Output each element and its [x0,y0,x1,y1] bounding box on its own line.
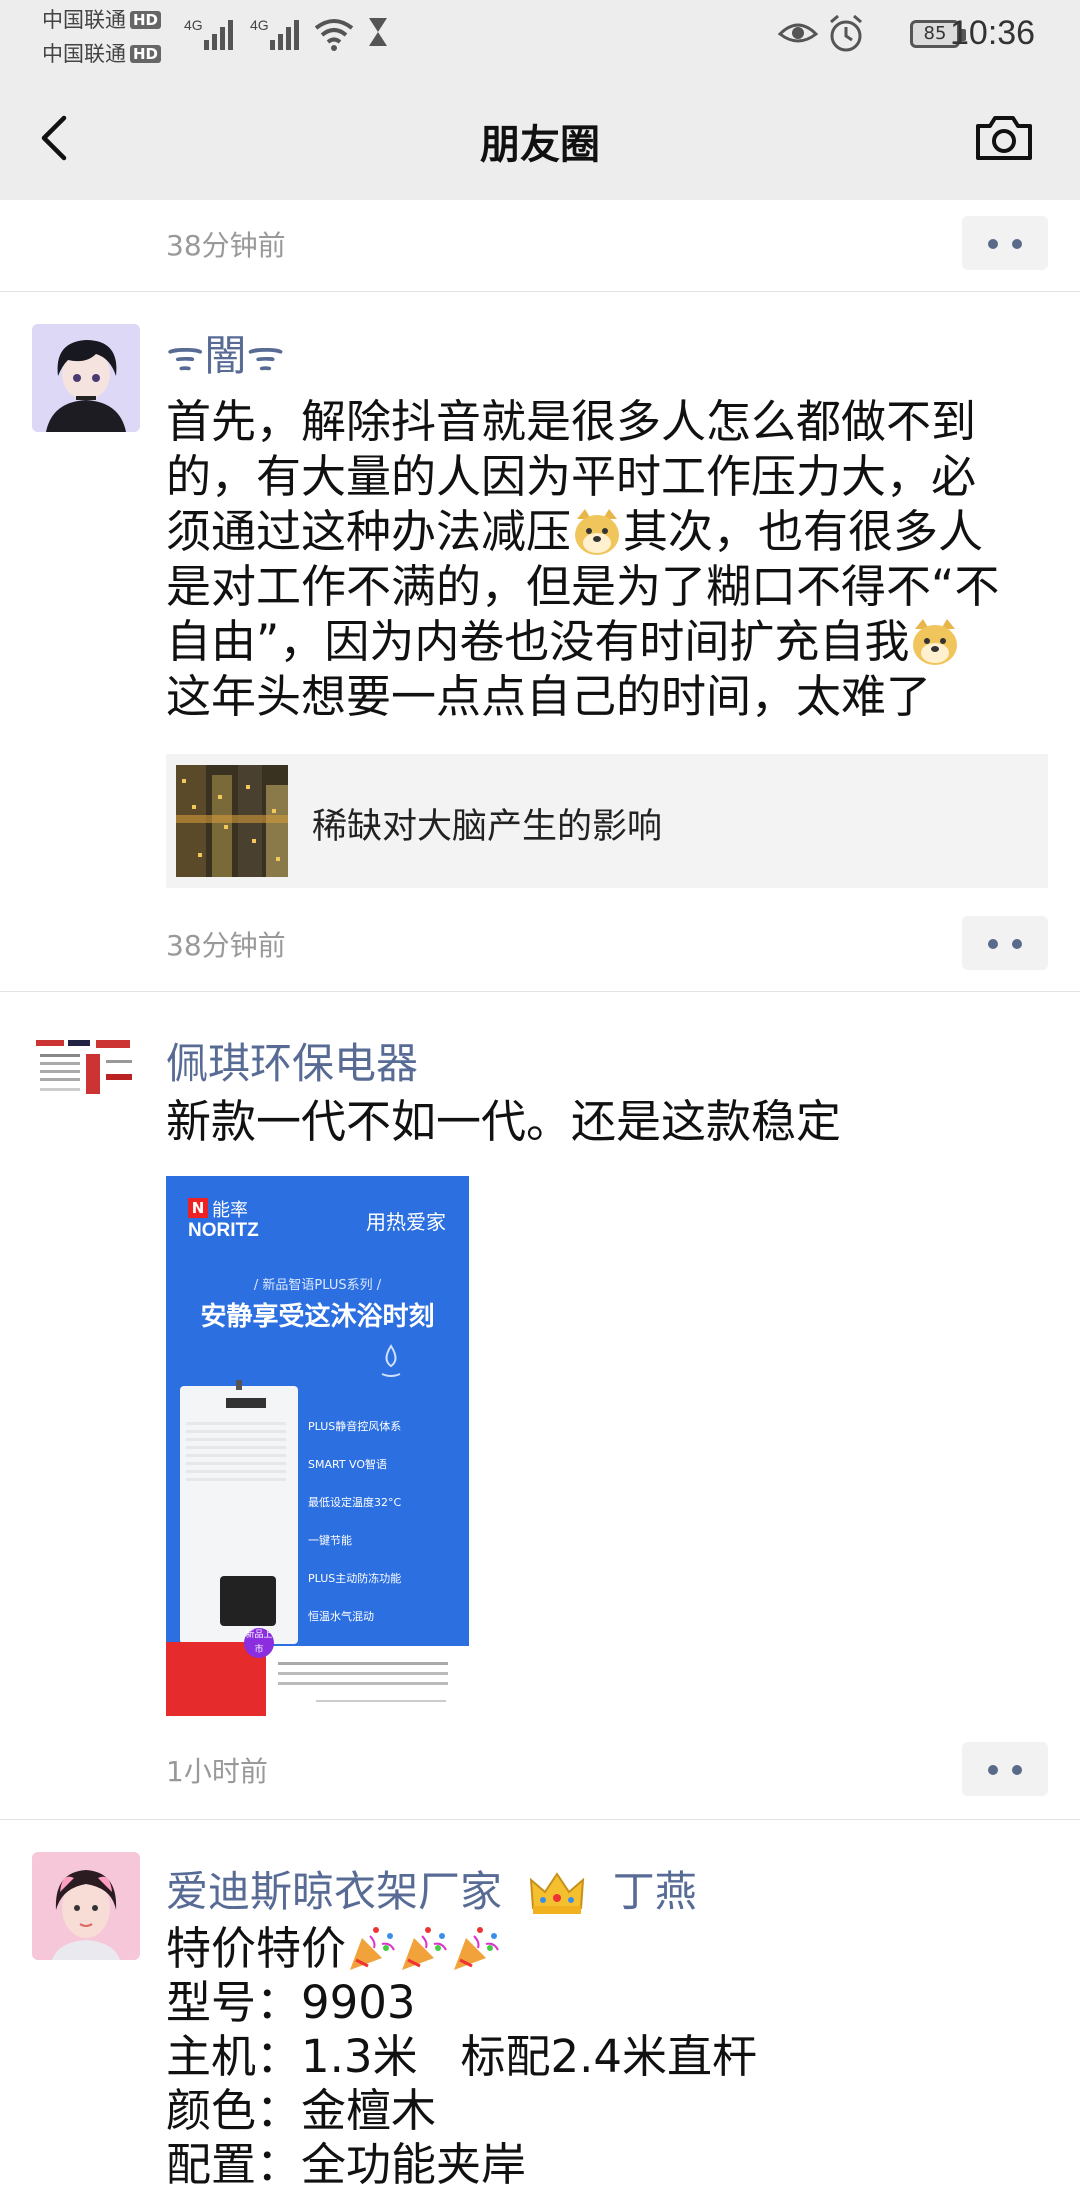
shared-link-card[interactable]: 稀缺对大脑产生的影响 [166,754,1048,888]
hourglass-icon [369,18,387,46]
avatar[interactable] [32,1852,140,1960]
post-time: 1小时前 [166,1755,268,1788]
party-popper-icon [350,1927,395,1970]
ad-feature-list: PLUS静音控风体系 SMART VO智语 最低设定温度32°C 一键节能 PL… [308,1420,402,1623]
alarm-icon [830,14,862,52]
post-author[interactable]: 佩琪环保电器 [166,1030,418,1091]
post-text: 首先，解除抖音就是很多人怎么都做不到 的，有大量的人因为平时工作压力大，必 须通… [166,395,1000,723]
divider [0,1819,1080,1820]
wifi-icon [314,19,354,51]
party-popper-icon [402,1927,447,1970]
party-popper-icon [454,1927,499,1970]
camera-icon[interactable] [972,108,1036,168]
svg-text:4G: 4G [184,17,203,33]
eye-icon [778,23,818,43]
post-text: 新款一代不如一代。还是这款稳定 [166,1095,842,1148]
post-text: 特价特价 型号：9903 主机：1.3米 标配2.4米直杆 颜色：金檀木 配置：… [166,1922,758,2191]
divider [0,291,1080,292]
post-author[interactable]: 爱迪斯晾衣架厂家 丁燕 [166,1858,697,1919]
divider [0,991,1080,992]
more-button[interactable] [962,1742,1048,1796]
doge-emoji-icon [913,619,958,665]
signal-icon: 4G [184,17,233,50]
svg-text:4G: 4G [250,17,269,33]
post-image[interactable]: N 能率 NORITZ 用热爱家 / 新品智语PLUS系列 / 安静享受这沐浴时… [166,1176,469,1716]
top-nav-bar: 朋友圈 [0,72,1080,200]
status-bar: 中国联通 HD 中国联通 HD 4G 4G 85 10:36 [0,0,1080,72]
signal-icon-2: 4G [250,17,299,50]
post-time: 38分钟前 [166,229,286,262]
avatar[interactable] [32,324,140,432]
doge-emoji-icon [575,509,620,555]
clock: 10:36 [950,14,1036,52]
link-thumbnail [176,765,288,877]
page-title: 朋友圈 [480,122,600,168]
carrier-2: 中国联通 HD [42,38,162,68]
carrier-1: 中国联通 HD [42,4,162,34]
post-time: 38分钟前 [166,929,286,962]
post-author[interactable]: ᯤ闇ᯤ [166,322,285,383]
more-button[interactable] [962,216,1048,270]
more-button[interactable] [962,916,1048,970]
link-title: 稀缺对大脑产生的影响 [312,807,663,847]
avatar[interactable] [32,1026,140,1134]
crown-emoji-icon [530,1872,585,1914]
